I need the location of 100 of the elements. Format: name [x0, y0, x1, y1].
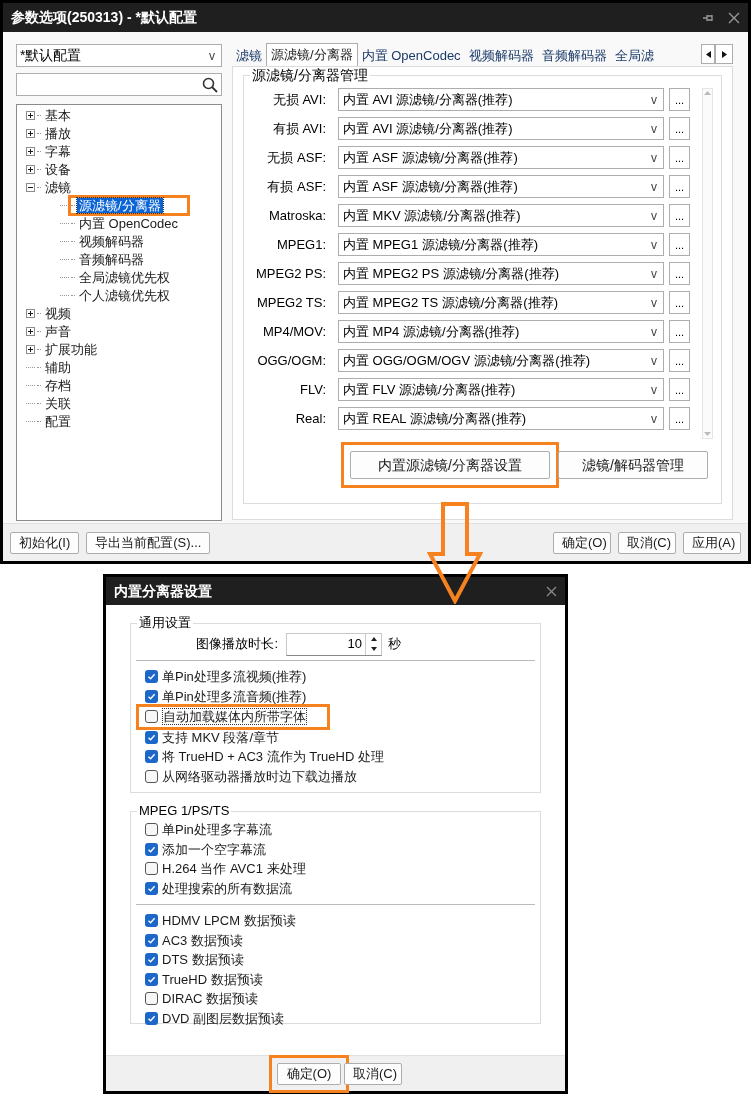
checkbox-label[interactable]: 单Pin处理多流音频(推荐) [162, 688, 307, 704]
expand-icon[interactable] [26, 128, 35, 138]
tree-item[interactable]: 扩展功能 [43, 341, 99, 357]
checkbox[interactable] [145, 689, 158, 703]
checkbox-label[interactable]: 自动加载媒体内所带字体 [162, 708, 307, 726]
tree-item[interactable]: 字幕 [43, 143, 73, 159]
tree-item[interactable]: 声音 [43, 323, 73, 339]
filter-dropdown[interactable]: 内置 AVI 源滤镜/分离器(推荐) v [338, 117, 664, 140]
button[interactable]: 取消(C) [618, 531, 676, 554]
checkbox-label[interactable]: 添加一个空字幕流 [162, 841, 266, 857]
filter-dropdown[interactable]: 内置 MPEG2 TS 源滤镜/分离器(推荐) v [338, 291, 664, 314]
checkbox[interactable] [145, 750, 158, 764]
checkbox-label[interactable]: 单Pin处理多流视频(推荐) [162, 669, 307, 685]
tab[interactable]: 视频解码器 [464, 45, 538, 66]
more-button[interactable]: ... [669, 146, 690, 169]
button[interactable]: 取消(C) [344, 1062, 402, 1085]
checkbox-label[interactable]: 处理搜索的所有数据流 [162, 880, 292, 896]
more-button[interactable]: ... [669, 175, 690, 198]
tab[interactable]: 滤镜 [232, 45, 266, 66]
tree-item[interactable]: 配置 [43, 413, 73, 429]
checkbox[interactable] [145, 953, 158, 967]
filter-dropdown[interactable]: 内置 MP4 源滤镜/分离器(推荐) v [338, 320, 664, 343]
checkbox[interactable] [145, 914, 158, 928]
button[interactable]: 应用(A) [683, 531, 741, 554]
tab[interactable]: 源滤镜/分离器 [266, 43, 358, 66]
checkbox-label[interactable]: H.264 当作 AVC1 来处理 [162, 861, 306, 877]
checkbox-label[interactable]: DIRAC 数据预读 [162, 991, 259, 1007]
filter-dropdown[interactable]: 内置 ASF 源滤镜/分离器(推荐) v [338, 146, 664, 169]
up-arrow-icon[interactable] [370, 636, 377, 641]
checkbox[interactable] [145, 823, 158, 837]
button[interactable]: 滤镜/解码器管理 [558, 451, 708, 479]
more-button[interactable]: ... [669, 378, 690, 401]
tree-item[interactable]: 视频解码器 [77, 233, 146, 249]
filter-dropdown[interactable]: 内置 MKV 源滤镜/分离器(推荐) v [338, 204, 664, 227]
tree-item[interactable]: 源滤镜/分离器 [77, 197, 163, 213]
filter-dropdown[interactable]: 内置 REAL 源滤镜/分离器(推荐) v [338, 407, 664, 430]
checkbox-label[interactable]: AC3 数据预读 [162, 932, 243, 948]
scroll-right-button[interactable] [715, 44, 733, 64]
more-button[interactable]: ... [669, 88, 690, 111]
tree-item[interactable]: 滤镜 [43, 179, 73, 195]
checkbox[interactable] [145, 710, 158, 724]
expand-icon[interactable] [26, 308, 35, 318]
profile-dropdown[interactable]: *默认配置 v [16, 44, 222, 67]
scroll-left-button[interactable] [701, 44, 715, 64]
checkbox[interactable] [145, 1011, 158, 1025]
expand-icon[interactable] [26, 344, 35, 354]
close-icon[interactable] [546, 585, 557, 597]
checkbox[interactable] [145, 670, 158, 684]
filter-dropdown[interactable]: 内置 MPEG1 源滤镜/分离器(推荐) v [338, 233, 664, 256]
button[interactable]: 确定(O) [553, 531, 611, 554]
more-button[interactable]: ... [669, 320, 690, 343]
tree-item[interactable]: 辅助 [43, 359, 73, 375]
filter-dropdown[interactable]: 内置 FLV 源滤镜/分离器(推荐) v [338, 378, 664, 401]
checkbox[interactable] [145, 992, 158, 1006]
filter-dropdown[interactable]: 内置 ASF 源滤镜/分离器(推荐) v [338, 175, 664, 198]
close-icon[interactable] [728, 11, 740, 24]
tree-item[interactable]: 设备 [43, 161, 73, 177]
checkbox[interactable] [145, 862, 158, 876]
filter-dropdown[interactable]: 内置 OGG/OGM/OGV 源滤镜/分离器(推荐) v [338, 349, 664, 372]
expand-icon[interactable] [26, 326, 35, 336]
tree-item[interactable]: 存档 [43, 377, 73, 393]
expand-icon[interactable] [26, 110, 35, 120]
tab[interactable]: 内置 OpenCodec [357, 45, 465, 66]
tree-item[interactable]: 关联 [43, 395, 73, 411]
checkbox[interactable] [145, 881, 158, 895]
more-button[interactable]: ... [669, 233, 690, 256]
tree-item[interactable]: 个人滤镜优先权 [77, 287, 172, 303]
checkbox-label[interactable]: HDMV LPCM 数据预读 [162, 913, 296, 929]
checkbox-label[interactable]: 从网络驱动器播放时边下载边播放 [162, 768, 357, 784]
filter-dropdown[interactable]: 内置 AVI 源滤镜/分离器(推荐) v [338, 88, 664, 111]
checkbox[interactable] [145, 769, 158, 783]
more-button[interactable]: ... [669, 262, 690, 285]
expand-icon[interactable] [26, 146, 35, 156]
down-arrow-icon[interactable] [370, 647, 377, 652]
tree-item[interactable]: 播放 [43, 125, 73, 141]
button[interactable]: 确定(O) [277, 1062, 341, 1085]
tree-item[interactable]: 基本 [43, 107, 73, 123]
more-button[interactable]: ... [669, 291, 690, 314]
search-icon[interactable] [202, 76, 218, 93]
checkbox-label[interactable]: TrueHD 数据预读 [162, 971, 263, 987]
checkbox-label[interactable]: DTS 数据预读 [162, 952, 244, 968]
expand-icon[interactable] [26, 164, 35, 174]
tree-item[interactable]: 全局滤镜优先权 [77, 269, 172, 285]
more-button[interactable]: ... [669, 349, 690, 372]
filter-dropdown[interactable]: 内置 MPEG2 PS 源滤镜/分离器(推荐) v [338, 262, 664, 285]
checkbox-label[interactable]: 支持 MKV 段落/章节 [162, 729, 279, 745]
more-button[interactable]: ... [669, 407, 690, 430]
more-button[interactable]: ... [669, 204, 690, 227]
checkbox[interactable] [145, 730, 158, 744]
button[interactable]: 内置源滤镜/分离器设置 [350, 451, 550, 479]
collapse-icon[interactable] [26, 182, 35, 192]
tree-item[interactable]: 视频 [43, 305, 73, 321]
duration-spinner[interactable]: 10 [286, 632, 382, 656]
more-button[interactable]: ... [669, 117, 690, 140]
checkbox[interactable] [145, 842, 158, 856]
search-field[interactable] [16, 73, 222, 96]
checkbox-label[interactable]: 单Pin处理多字幕流 [162, 822, 272, 838]
tree-item[interactable]: 音频解码器 [77, 251, 146, 267]
button[interactable]: 初始化(I) [10, 531, 80, 554]
tree-item[interactable]: 内置 OpenCodec [77, 215, 180, 231]
